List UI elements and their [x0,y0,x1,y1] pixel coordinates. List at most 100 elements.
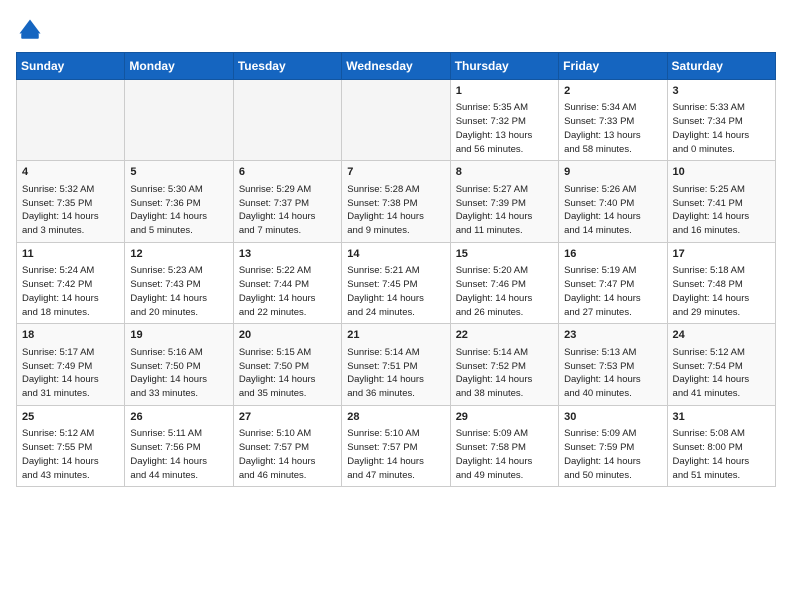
calendar-cell: 20Sunrise: 5:15 AM Sunset: 7:50 PM Dayli… [233,324,341,405]
logo-icon [16,16,44,44]
calendar-cell: 14 Sunrise: 5:21 AM Sunset: 7:45 PM Dayli… [342,242,450,323]
calendar-cell: 12 Sunrise: 5:23 AM Sunset: 7:43 PM Dayli… [125,242,233,323]
day-number: 10 [673,165,770,180]
day-number: 6 [239,165,336,180]
day-info: Sunrise: 5:34 AM Sunset: 7:33 PM Dayligh… [564,101,661,156]
day-info: Sunrise: 5:09 AM Sunset: 7:59 PM Dayligh… [564,427,661,482]
calendar-table: SundayMondayTuesdayWednesdayThursdayFrid… [16,52,776,487]
calendar-cell: 28 Sunrise: 5:10 AM Sunset: 7:57 PM Dayli… [342,405,450,486]
calendar-cell: 16 Sunrise: 5:19 AM Sunset: 7:47 PM Dayli… [559,242,667,323]
calendar-cell [233,80,341,161]
calendar-cell [17,80,125,161]
day-info: Sunrise: 5:32 AM Sunset: 7:35 PM Dayligh… [22,183,119,238]
day-info: Sunrise: 5:27 AM Sunset: 7:39 PM Dayligh… [456,183,553,238]
calendar-cell: 4 Sunrise: 5:32 AM Sunset: 7:35 PM Daylig… [17,161,125,242]
calendar-cell: 8 Sunrise: 5:27 AM Sunset: 7:39 PM Daylig… [450,161,558,242]
day-info: Sunrise: 5:13 AM Sunset: 7:53 PM Dayligh… [564,346,661,401]
day-info: Sunrise: 5:33 AM Sunset: 7:34 PM Dayligh… [673,101,770,156]
day-number: 22 [456,328,553,343]
calendar-week-3: 11 Sunrise: 5:24 AM Sunset: 7:42 PM Dayli… [17,242,776,323]
day-info: Sunrise: 5:24 AM Sunset: 7:42 PM Dayligh… [22,264,119,319]
calendar-cell: 13Sunrise: 5:22 AM Sunset: 7:44 PM Dayli… [233,242,341,323]
day-info: Sunrise: 5:18 AM Sunset: 7:48 PM Dayligh… [673,264,770,319]
day-number: 3 [673,84,770,99]
calendar-cell: 30 Sunrise: 5:09 AM Sunset: 7:59 PM Dayli… [559,405,667,486]
day-number: 30 [564,410,661,425]
day-number: 4 [22,165,119,180]
day-info: Sunrise: 5:10 AM Sunset: 7:57 PM Dayligh… [347,427,444,482]
day-info: Sunrise: 5:35 AM Sunset: 7:32 PM Dayligh… [456,101,553,156]
calendar-week-5: 25 Sunrise: 5:12 AM Sunset: 7:55 PM Dayli… [17,405,776,486]
calendar-week-2: 4 Sunrise: 5:32 AM Sunset: 7:35 PM Daylig… [17,161,776,242]
calendar-cell: 31Sunrise: 5:08 AM Sunset: 8:00 PM Dayli… [667,405,775,486]
calendar-cell: 24 Sunrise: 5:12 AM Sunset: 7:54 PM Dayli… [667,324,775,405]
day-number: 27 [239,410,336,425]
weekday-header-row: SundayMondayTuesdayWednesdayThursdayFrid… [17,53,776,80]
day-info: Sunrise: 5:25 AM Sunset: 7:41 PM Dayligh… [673,183,770,238]
day-info: Sunrise: 5:22 AM Sunset: 7:44 PM Dayligh… [239,264,336,319]
day-number: 15 [456,247,553,262]
day-number: 19 [130,328,227,343]
day-number: 21 [347,328,444,343]
calendar-cell: 1 Sunrise: 5:35 AM Sunset: 7:32 PM Daylig… [450,80,558,161]
calendar-cell: 2Sunrise: 5:34 AM Sunset: 7:33 PM Daylig… [559,80,667,161]
day-number: 12 [130,247,227,262]
weekday-header-saturday: Saturday [667,53,775,80]
calendar-week-4: 18 Sunrise: 5:17 AM Sunset: 7:49 PM Dayli… [17,324,776,405]
day-info: Sunrise: 5:14 AM Sunset: 7:52 PM Dayligh… [456,346,553,401]
day-info: Sunrise: 5:11 AM Sunset: 7:56 PM Dayligh… [130,427,227,482]
calendar-cell: 19 Sunrise: 5:16 AM Sunset: 7:50 PM Dayli… [125,324,233,405]
day-info: Sunrise: 5:17 AM Sunset: 7:49 PM Dayligh… [22,346,119,401]
calendar-cell: 10 Sunrise: 5:25 AM Sunset: 7:41 PM Dayli… [667,161,775,242]
calendar-cell: 15Sunrise: 5:20 AM Sunset: 7:46 PM Dayli… [450,242,558,323]
calendar-cell: 23 Sunrise: 5:13 AM Sunset: 7:53 PM Dayli… [559,324,667,405]
day-info: Sunrise: 5:21 AM Sunset: 7:45 PM Dayligh… [347,264,444,319]
weekday-header-tuesday: Tuesday [233,53,341,80]
day-number: 18 [22,328,119,343]
day-info: Sunrise: 5:08 AM Sunset: 8:00 PM Dayligh… [673,427,770,482]
day-number: 7 [347,165,444,180]
day-info: Sunrise: 5:19 AM Sunset: 7:47 PM Dayligh… [564,264,661,319]
day-number: 20 [239,328,336,343]
calendar-week-1: 1 Sunrise: 5:35 AM Sunset: 7:32 PM Daylig… [17,80,776,161]
calendar-cell [125,80,233,161]
calendar-cell: 26 Sunrise: 5:11 AM Sunset: 7:56 PM Dayli… [125,405,233,486]
calendar-cell: 25 Sunrise: 5:12 AM Sunset: 7:55 PM Dayli… [17,405,125,486]
logo [16,16,48,44]
calendar-cell: 11 Sunrise: 5:24 AM Sunset: 7:42 PM Dayli… [17,242,125,323]
weekday-header-thursday: Thursday [450,53,558,80]
weekday-header-monday: Monday [125,53,233,80]
day-number: 8 [456,165,553,180]
day-info: Sunrise: 5:16 AM Sunset: 7:50 PM Dayligh… [130,346,227,401]
calendar-cell [342,80,450,161]
calendar-cell: 5Sunrise: 5:30 AM Sunset: 7:36 PM Daylig… [125,161,233,242]
calendar-cell: 9 Sunrise: 5:26 AM Sunset: 7:40 PM Daylig… [559,161,667,242]
day-info: Sunrise: 5:12 AM Sunset: 7:55 PM Dayligh… [22,427,119,482]
day-info: Sunrise: 5:23 AM Sunset: 7:43 PM Dayligh… [130,264,227,319]
page-header [16,16,776,44]
day-number: 28 [347,410,444,425]
day-info: Sunrise: 5:14 AM Sunset: 7:51 PM Dayligh… [347,346,444,401]
calendar-cell: 27 Sunrise: 5:10 AM Sunset: 7:57 PM Dayli… [233,405,341,486]
day-info: Sunrise: 5:12 AM Sunset: 7:54 PM Dayligh… [673,346,770,401]
day-number: 25 [22,410,119,425]
day-number: 11 [22,247,119,262]
day-number: 9 [564,165,661,180]
day-number: 5 [130,165,227,180]
day-info: Sunrise: 5:28 AM Sunset: 7:38 PM Dayligh… [347,183,444,238]
day-number: 23 [564,328,661,343]
calendar-cell: 18 Sunrise: 5:17 AM Sunset: 7:49 PM Dayli… [17,324,125,405]
day-number: 1 [456,84,553,99]
day-number: 14 [347,247,444,262]
day-number: 24 [673,328,770,343]
calendar-cell: 7 Sunrise: 5:28 AM Sunset: 7:38 PM Daylig… [342,161,450,242]
day-number: 26 [130,410,227,425]
day-info: Sunrise: 5:10 AM Sunset: 7:57 PM Dayligh… [239,427,336,482]
weekday-header-sunday: Sunday [17,53,125,80]
calendar-cell: 17Sunrise: 5:18 AM Sunset: 7:48 PM Dayli… [667,242,775,323]
calendar-cell: 22 Sunrise: 5:14 AM Sunset: 7:52 PM Dayli… [450,324,558,405]
day-info: Sunrise: 5:29 AM Sunset: 7:37 PM Dayligh… [239,183,336,238]
day-number: 16 [564,247,661,262]
day-info: Sunrise: 5:26 AM Sunset: 7:40 PM Dayligh… [564,183,661,238]
calendar-cell: 29Sunrise: 5:09 AM Sunset: 7:58 PM Dayli… [450,405,558,486]
